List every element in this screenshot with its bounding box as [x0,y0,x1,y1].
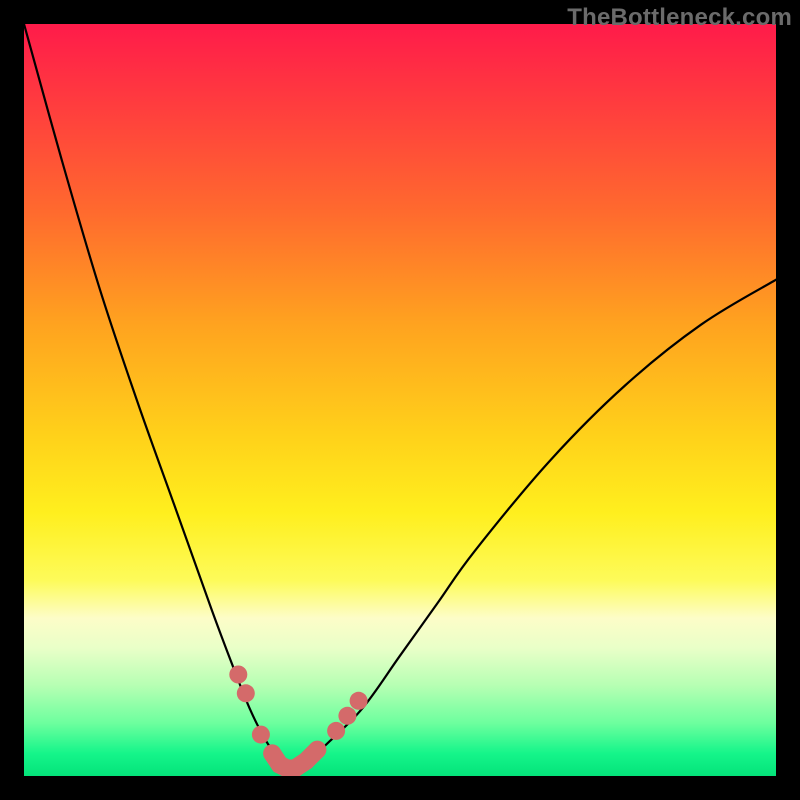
plot-area [24,24,776,776]
marker-dot [338,707,356,725]
marker-dot [350,692,368,710]
marker-dot [252,726,270,744]
marker-dot [237,684,255,702]
bottleneck-curve [24,24,776,769]
marker-dot [308,741,326,759]
marker-dot [327,722,345,740]
marker-dot [229,666,247,684]
marker-group [229,666,367,777]
watermark-text: TheBottleneck.com [567,4,792,32]
curve-svg [24,24,776,776]
chart-frame: TheBottleneck.com [0,0,800,800]
